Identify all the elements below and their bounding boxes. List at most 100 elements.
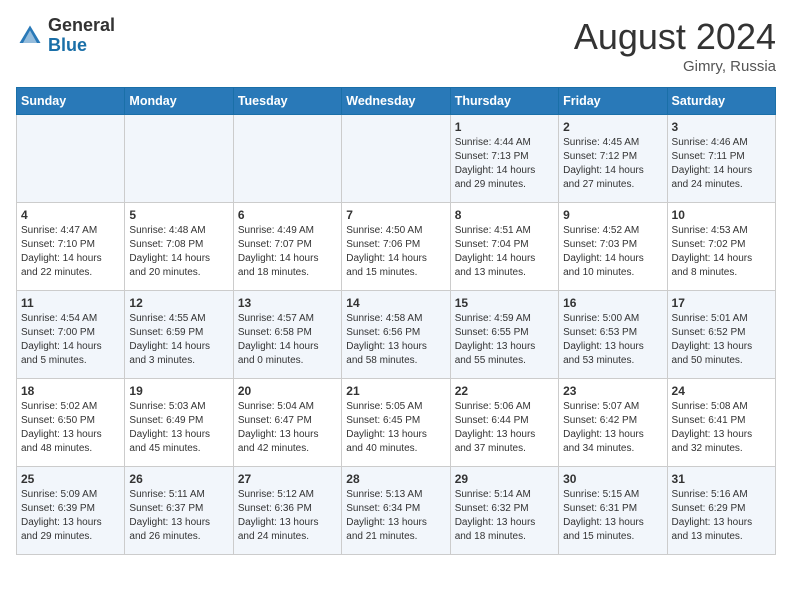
day-number: 14: [346, 296, 445, 310]
day-number: 19: [129, 384, 228, 398]
day-info: Sunrise: 5:08 AM Sunset: 6:41 PM Dayligh…: [672, 400, 771, 456]
calendar-body: 1 Sunrise: 4:44 AM Sunset: 7:13 PM Daylig…: [17, 115, 776, 555]
day-info: Sunrise: 5:01 AM Sunset: 6:52 PM Dayligh…: [672, 312, 771, 368]
day-number: 30: [563, 472, 662, 486]
calendar-cell: 28Sunrise: 5:13 AM Sunset: 6:34 PM Dayli…: [342, 467, 450, 555]
page-header: General Blue August 2024 Gimry, Russia: [16, 16, 776, 75]
logo-text: General Blue: [48, 16, 115, 56]
day-number: 3: [672, 120, 771, 134]
day-number: 29: [455, 472, 554, 486]
day-number: 23: [563, 384, 662, 398]
calendar-cell: 16 Sunrise: 5:00 AM Sunset: 6:53 PM Dayli…: [559, 291, 667, 379]
calendar-cell: 19 Sunrise: 5:03 AM Sunset: 6:49 PM Dayli…: [125, 379, 233, 467]
day-info: Sunrise: 5:09 AM Sunset: 6:39 PM Dayligh…: [21, 488, 120, 544]
day-number: 15: [455, 296, 554, 310]
day-number: 26: [129, 472, 228, 486]
calendar-cell: 22Sunrise: 5:06 AM Sunset: 6:44 PM Dayli…: [450, 379, 558, 467]
day-info: Sunrise: 5:06 AM Sunset: 6:44 PM Dayligh…: [455, 400, 554, 456]
calendar-cell: [342, 115, 450, 203]
day-info: Sunrise: 4:44 AM Sunset: 7:13 PM Dayligh…: [455, 136, 554, 192]
location: Gimry, Russia: [574, 58, 776, 75]
week-row-1: 1 Sunrise: 4:44 AM Sunset: 7:13 PM Daylig…: [17, 115, 776, 203]
weekday-header-friday: Friday: [559, 88, 667, 115]
calendar-cell: 11 Sunrise: 4:54 AM Sunset: 7:00 PM Dayli…: [17, 291, 125, 379]
calendar-cell: 14 Sunrise: 4:58 AM Sunset: 6:56 PM Dayli…: [342, 291, 450, 379]
day-number: 8: [455, 208, 554, 222]
logo-blue: Blue: [48, 36, 115, 56]
day-number: 24: [672, 384, 771, 398]
calendar-cell: 5Sunrise: 4:48 AM Sunset: 7:08 PM Daylig…: [125, 203, 233, 291]
day-number: 13: [238, 296, 337, 310]
calendar-cell: 4Sunrise: 4:47 AM Sunset: 7:10 PM Daylig…: [17, 203, 125, 291]
calendar-cell: 29 Sunrise: 5:14 AM Sunset: 6:32 PM Dayli…: [450, 467, 558, 555]
day-number: 5: [129, 208, 228, 222]
day-number: 1: [455, 120, 554, 134]
day-info: Sunrise: 5:00 AM Sunset: 6:53 PM Dayligh…: [563, 312, 662, 368]
day-number: 27: [238, 472, 337, 486]
day-number: 6: [238, 208, 337, 222]
weekday-header-sunday: Sunday: [17, 88, 125, 115]
month-title: August 2024: [574, 16, 776, 58]
calendar-cell: 3 Sunrise: 4:46 AM Sunset: 7:11 PM Daylig…: [667, 115, 775, 203]
day-info: Sunrise: 4:52 AM Sunset: 7:03 PM Dayligh…: [563, 224, 662, 280]
logo-icon: [16, 22, 44, 50]
calendar-cell: 10 Sunrise: 4:53 AM Sunset: 7:02 PM Dayli…: [667, 203, 775, 291]
calendar-cell: [125, 115, 233, 203]
calendar-cell: 27Sunrise: 5:12 AM Sunset: 6:36 PM Dayli…: [233, 467, 341, 555]
day-info: Sunrise: 4:45 AM Sunset: 7:12 PM Dayligh…: [563, 136, 662, 192]
calendar-cell: 12 Sunrise: 4:55 AM Sunset: 6:59 PM Dayli…: [125, 291, 233, 379]
day-info: Sunrise: 5:16 AM Sunset: 6:29 PM Dayligh…: [672, 488, 771, 544]
calendar-cell: 7Sunrise: 4:50 AM Sunset: 7:06 PM Daylig…: [342, 203, 450, 291]
week-row-2: 4Sunrise: 4:47 AM Sunset: 7:10 PM Daylig…: [17, 203, 776, 291]
calendar-cell: 21 Sunrise: 5:05 AM Sunset: 6:45 PM Dayli…: [342, 379, 450, 467]
day-number: 20: [238, 384, 337, 398]
day-number: 11: [21, 296, 120, 310]
calendar-cell: 8 Sunrise: 4:51 AM Sunset: 7:04 PM Daylig…: [450, 203, 558, 291]
day-number: 25: [21, 472, 120, 486]
day-number: 12: [129, 296, 228, 310]
title-block: August 2024 Gimry, Russia: [574, 16, 776, 75]
day-info: Sunrise: 5:03 AM Sunset: 6:49 PM Dayligh…: [129, 400, 228, 456]
day-info: Sunrise: 4:46 AM Sunset: 7:11 PM Dayligh…: [672, 136, 771, 192]
calendar-cell: 2 Sunrise: 4:45 AM Sunset: 7:12 PM Daylig…: [559, 115, 667, 203]
calendar-cell: 9Sunrise: 4:52 AM Sunset: 7:03 PM Daylig…: [559, 203, 667, 291]
calendar-header: SundayMondayTuesdayWednesdayThursdayFrid…: [17, 88, 776, 115]
weekday-header-saturday: Saturday: [667, 88, 775, 115]
calendar-cell: 6 Sunrise: 4:49 AM Sunset: 7:07 PM Daylig…: [233, 203, 341, 291]
weekday-header-tuesday: Tuesday: [233, 88, 341, 115]
day-info: Sunrise: 5:15 AM Sunset: 6:31 PM Dayligh…: [563, 488, 662, 544]
day-number: 2: [563, 120, 662, 134]
day-info: Sunrise: 4:53 AM Sunset: 7:02 PM Dayligh…: [672, 224, 771, 280]
day-info: Sunrise: 5:07 AM Sunset: 6:42 PM Dayligh…: [563, 400, 662, 456]
day-number: 10: [672, 208, 771, 222]
day-info: Sunrise: 5:14 AM Sunset: 6:32 PM Dayligh…: [455, 488, 554, 544]
week-row-5: 25 Sunrise: 5:09 AM Sunset: 6:39 PM Dayli…: [17, 467, 776, 555]
calendar-cell: 1 Sunrise: 4:44 AM Sunset: 7:13 PM Daylig…: [450, 115, 558, 203]
day-info: Sunrise: 5:05 AM Sunset: 6:45 PM Dayligh…: [346, 400, 445, 456]
day-number: 7: [346, 208, 445, 222]
calendar-table: SundayMondayTuesdayWednesdayThursdayFrid…: [16, 87, 776, 555]
day-info: Sunrise: 4:49 AM Sunset: 7:07 PM Dayligh…: [238, 224, 337, 280]
day-number: 21: [346, 384, 445, 398]
day-info: Sunrise: 5:13 AM Sunset: 6:34 PM Dayligh…: [346, 488, 445, 544]
day-info: Sunrise: 4:51 AM Sunset: 7:04 PM Dayligh…: [455, 224, 554, 280]
day-number: 18: [21, 384, 120, 398]
calendar-cell: 15Sunrise: 4:59 AM Sunset: 6:55 PM Dayli…: [450, 291, 558, 379]
day-info: Sunrise: 4:54 AM Sunset: 7:00 PM Dayligh…: [21, 312, 120, 368]
weekday-header-wednesday: Wednesday: [342, 88, 450, 115]
calendar-cell: 26Sunrise: 5:11 AM Sunset: 6:37 PM Dayli…: [125, 467, 233, 555]
day-info: Sunrise: 4:55 AM Sunset: 6:59 PM Dayligh…: [129, 312, 228, 368]
day-info: Sunrise: 4:57 AM Sunset: 6:58 PM Dayligh…: [238, 312, 337, 368]
calendar-cell: [17, 115, 125, 203]
weekday-row: SundayMondayTuesdayWednesdayThursdayFrid…: [17, 88, 776, 115]
calendar-cell: 13 Sunrise: 4:57 AM Sunset: 6:58 PM Dayli…: [233, 291, 341, 379]
calendar-cell: 17Sunrise: 5:01 AM Sunset: 6:52 PM Dayli…: [667, 291, 775, 379]
logo: General Blue: [16, 16, 115, 56]
week-row-4: 18 Sunrise: 5:02 AM Sunset: 6:50 PM Dayli…: [17, 379, 776, 467]
day-info: Sunrise: 5:02 AM Sunset: 6:50 PM Dayligh…: [21, 400, 120, 456]
calendar-cell: 23 Sunrise: 5:07 AM Sunset: 6:42 PM Dayli…: [559, 379, 667, 467]
day-number: 16: [563, 296, 662, 310]
calendar-cell: 25 Sunrise: 5:09 AM Sunset: 6:39 PM Dayli…: [17, 467, 125, 555]
day-info: Sunrise: 4:58 AM Sunset: 6:56 PM Dayligh…: [346, 312, 445, 368]
calendar-cell: [233, 115, 341, 203]
